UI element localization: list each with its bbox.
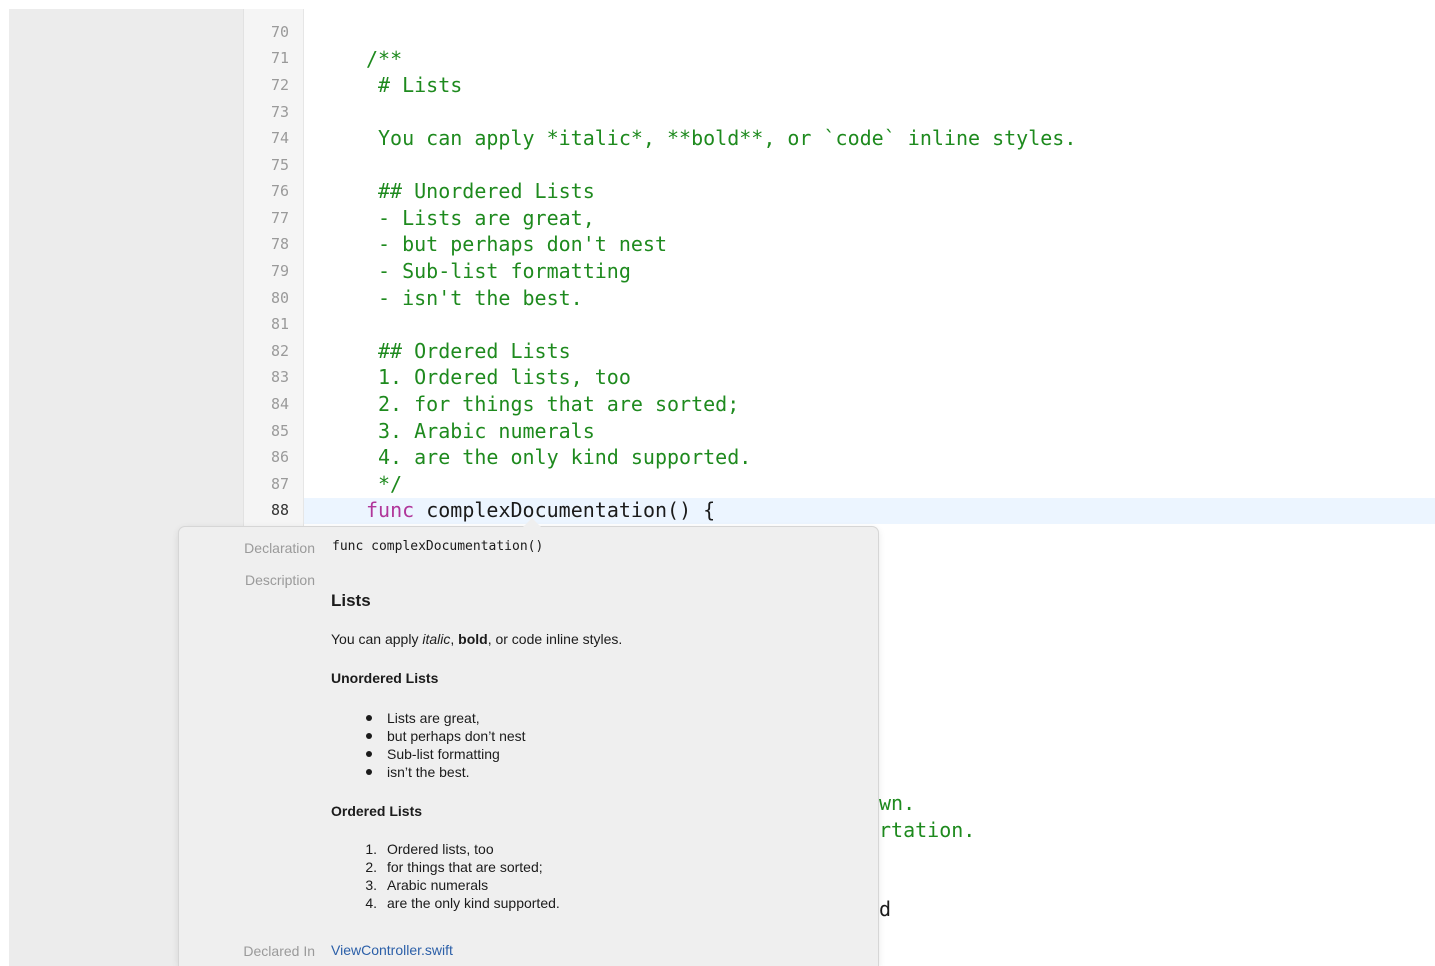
ordered-heading: Ordered Lists: [331, 803, 423, 819]
code-line[interactable]: 2. for things that are sorted;: [378, 391, 739, 417]
code-line[interactable]: - isn't the best.: [378, 285, 583, 311]
ordered-item-text: Arabic numerals: [387, 877, 489, 893]
doc-heading: Lists: [331, 591, 371, 610]
line-number: 84: [270, 395, 289, 413]
code-line[interactable]: - Sub-list formatting: [378, 258, 631, 284]
declaration-label: Declaration: [244, 540, 315, 556]
function-signature: complexDocumentation() {: [426, 498, 716, 522]
popover-arrow: [522, 518, 542, 528]
ordered-number: 2.: [365, 859, 377, 875]
ordered-item-text: are the only kind supported.: [387, 895, 560, 911]
list-item: Sub-list formatting: [0, 745, 700, 763]
line-number: 77: [270, 209, 289, 227]
line-number: 83: [270, 368, 289, 386]
line-number: 85: [270, 422, 289, 440]
top-edge: [0, 0, 1435, 9]
italic-word: italic: [422, 631, 451, 647]
line-number: 74: [270, 129, 289, 147]
line-number: 71: [270, 49, 289, 67]
obscured-code-fragment: rtation.: [879, 818, 976, 842]
code-line[interactable]: 1. Ordered lists, too: [378, 364, 631, 390]
unordered-heading: Unordered Lists: [331, 670, 439, 686]
list-item-text: but perhaps don’t nest: [387, 728, 526, 744]
line-number: 80: [270, 289, 289, 307]
list-item: isn’t the best.: [0, 763, 700, 781]
bold-word: bold: [458, 631, 488, 647]
obscured-code-fragment: d: [879, 897, 892, 921]
inline-sep: ,: [450, 631, 459, 647]
code-line[interactable]: ## Ordered Lists: [378, 338, 571, 364]
declared-in-label: Declared In: [243, 943, 315, 959]
line-number: 70: [270, 23, 289, 41]
inline-suffix: , or code inline styles.: [487, 631, 623, 647]
line-number: 82: [270, 342, 289, 360]
list-item-text: isn’t the best.: [387, 764, 470, 780]
ordered-item: 2. for things that are sorted;: [0, 858, 700, 876]
code-line[interactable]: 4. are the only kind supported.: [378, 444, 751, 470]
bullet-icon: [366, 751, 372, 757]
inline-styles-text: You can apply italic, bold, or code inli…: [331, 631, 622, 647]
code-line[interactable]: /**: [366, 46, 402, 72]
line-number: 87: [270, 475, 289, 493]
ordered-item: 4. are the only kind supported.: [0, 894, 700, 912]
declaration-value: func complexDocumentation(): [332, 539, 544, 554]
line-number: 81: [270, 315, 289, 333]
ordered-number: 4.: [365, 895, 377, 911]
list-item-text: Lists are great,: [387, 710, 480, 726]
bullet-icon: [366, 715, 372, 721]
code-line[interactable]: 3. Arabic numerals: [378, 418, 595, 444]
window-edge: [0, 0, 9, 966]
declared-in-link[interactable]: ViewController.swift: [331, 942, 453, 958]
line-number: 73: [270, 103, 289, 121]
list-item-text: Sub-list formatting: [387, 746, 500, 762]
line-number: 72: [270, 76, 289, 94]
ordered-item-text: for things that are sorted;: [387, 859, 543, 875]
obscured-code-fragment: wn.: [879, 791, 916, 815]
code-line[interactable]: You can apply *italic*, **bold**, or `co…: [378, 125, 1076, 151]
description-label: Description: [244, 572, 315, 588]
line-number: 79: [270, 262, 289, 280]
ordered-number: 3.: [365, 877, 377, 893]
list-item: but perhaps don’t nest: [0, 727, 700, 745]
line-number-current: 88: [270, 501, 289, 519]
ordered-item: 3. Arabic numerals: [0, 876, 700, 894]
line-number: 78: [270, 235, 289, 253]
list-item: Lists are great,: [0, 709, 700, 727]
code-line[interactable]: ## Unordered Lists: [378, 178, 595, 204]
line-number: 86: [270, 448, 289, 466]
ordered-number: 1.: [365, 841, 377, 857]
code-line[interactable]: # Lists: [378, 72, 462, 98]
inline-prefix: You can apply: [331, 631, 423, 647]
bullet-icon: [366, 733, 372, 739]
func-keyword: func: [366, 498, 415, 522]
ordered-item-text: Ordered lists, too: [387, 841, 494, 857]
line-number: 75: [270, 156, 289, 174]
code-line[interactable]: */: [378, 471, 402, 497]
bullet-icon: [366, 769, 372, 775]
code-line[interactable]: - but perhaps don't nest: [378, 231, 667, 257]
code-line[interactable]: - Lists are great,: [378, 205, 595, 231]
ordered-item: 1. Ordered lists, too: [0, 840, 700, 858]
line-number: 76: [270, 182, 289, 200]
